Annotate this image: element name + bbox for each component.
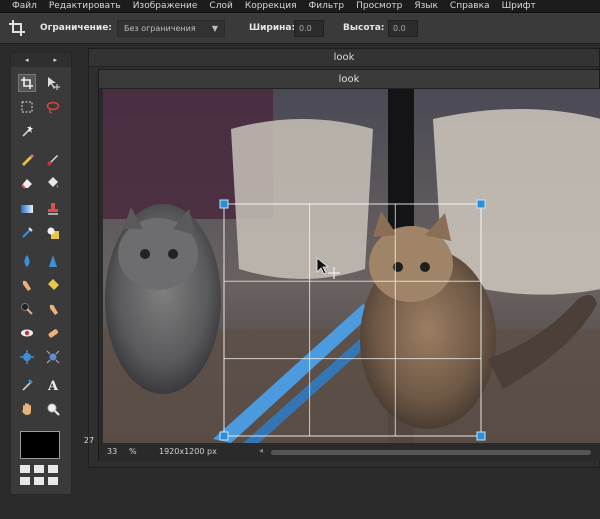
eraser-tool[interactable] (18, 174, 36, 192)
pinch-icon (46, 350, 60, 364)
bloat-tool[interactable] (18, 348, 36, 366)
chevron-down-icon: ▼ (211, 24, 218, 33)
crop-tool[interactable] (18, 74, 36, 92)
crop-handle-top-right[interactable] (476, 199, 486, 209)
foreground-color-swatch[interactable] (20, 431, 60, 459)
marquee-tool[interactable] (18, 98, 36, 116)
menu-adjustment[interactable]: Коррекция (245, 0, 297, 12)
menu-file[interactable]: Файл (12, 0, 37, 12)
svg-text:A: A (47, 379, 59, 392)
image-dimensions: 1920x1200 px (159, 447, 217, 456)
triangle-icon (49, 255, 57, 267)
paint-bucket-tool[interactable] (44, 174, 62, 192)
kitten-photo (103, 89, 600, 443)
bandage-icon (48, 329, 59, 338)
menu-view[interactable]: Просмотр (356, 0, 402, 12)
finger-icon (22, 280, 31, 291)
crop-handle-top-left[interactable] (219, 199, 229, 209)
sponge-icon (48, 279, 59, 290)
color-replace-tool[interactable] (18, 224, 36, 242)
constraint-dropdown[interactable]: Без ограничения ▼ (117, 20, 225, 37)
smudge-tool[interactable] (18, 276, 36, 294)
marquee-icon (21, 101, 33, 113)
paint-bucket-icon (48, 177, 59, 188)
image-canvas[interactable] (103, 89, 600, 443)
hand-icon (22, 403, 31, 415)
toolbox-header: ◂ ▸ (11, 53, 71, 67)
scroll-left-arrow[interactable]: ◂ (259, 446, 263, 455)
crop-handle-bottom-right[interactable] (476, 431, 486, 441)
sharpen-tool[interactable] (44, 252, 62, 270)
grid-icon[interactable] (20, 465, 60, 487)
gradient-tool[interactable] (18, 200, 36, 218)
zoom-tool[interactable] (44, 400, 62, 418)
color-replace-icon (22, 227, 33, 238)
horizontal-scrollbar[interactable] (271, 450, 591, 455)
color-picker-tool[interactable] (18, 376, 36, 394)
height-input[interactable]: 0.0 (388, 20, 418, 37)
toolbox: ◂ ▸ A (10, 52, 72, 495)
dodge-icon (49, 304, 58, 315)
menu-edit[interactable]: Редактировать (49, 0, 121, 12)
zoom-unit: % (129, 447, 137, 456)
document-title[interactable]: look (99, 70, 599, 89)
width-label: Ширина: (249, 23, 296, 33)
lasso-tool[interactable] (44, 98, 62, 116)
toolbox-collapse-right[interactable]: ▸ (53, 53, 57, 67)
back-zoom-number: 27 (83, 436, 95, 445)
brush-icon (47, 155, 58, 166)
lasso-icon (46, 101, 60, 114)
constraint-value: Без ограничения (124, 24, 196, 33)
toolbox-collapse-left[interactable]: ◂ (25, 53, 29, 67)
drawing-tool[interactable] (44, 224, 62, 242)
document-window: look 33 % 1920x1200 px ◂ (98, 69, 600, 461)
move-tool[interactable] (44, 74, 62, 92)
zoom-level[interactable]: 33 (107, 447, 117, 456)
status-bar: 33 % 1920x1200 px ◂ (99, 443, 600, 461)
menu-help[interactable]: Справка (450, 0, 490, 12)
menu-bar: Файл Редактировать Изображение Слой Корр… (0, 0, 600, 13)
sponge-tool[interactable] (44, 276, 62, 294)
pencil-icon (22, 154, 34, 166)
pinch-tool[interactable] (44, 348, 62, 366)
bloat-icon (20, 350, 34, 364)
type-tool[interactable]: A (44, 376, 62, 394)
dodge-tool[interactable] (44, 300, 62, 318)
text-icon: A (47, 379, 59, 392)
constraint-label: Ограничение: (40, 23, 112, 33)
magic-wand-icon (22, 125, 33, 137)
menu-language[interactable]: Язык (414, 0, 438, 12)
eyedropper-icon (22, 379, 33, 391)
crop-handle-bottom-left[interactable] (219, 431, 229, 441)
magnifier-icon (47, 403, 60, 416)
document-title-back[interactable]: look (89, 49, 599, 67)
menu-filter[interactable]: Фильтр (309, 0, 345, 12)
menu-font[interactable]: Шрифт (502, 0, 536, 12)
blur-tool[interactable] (18, 252, 36, 270)
water-drop-icon (24, 255, 30, 267)
shape-icon (47, 227, 59, 239)
stamp-icon (48, 203, 58, 215)
red-eye-tool[interactable] (18, 324, 36, 342)
hand-tool[interactable] (18, 400, 36, 418)
magic-wand-tool[interactable] (18, 122, 36, 140)
crop-tool-icon (21, 77, 33, 89)
pencil-tool[interactable] (18, 150, 36, 168)
burn-tool[interactable] (18, 300, 36, 318)
eye-icon (21, 329, 33, 337)
brush-tool[interactable] (44, 150, 62, 168)
menu-image[interactable]: Изображение (133, 0, 198, 12)
crop-icon (8, 19, 26, 37)
menu-layer[interactable]: Слой (209, 0, 232, 12)
eraser-icon (21, 179, 32, 189)
spot-heal-tool[interactable] (44, 324, 62, 342)
stamp-tool[interactable] (44, 200, 62, 218)
burn-icon (21, 303, 33, 315)
move-icon (48, 77, 60, 90)
gradient-icon (21, 205, 33, 213)
width-input[interactable]: 0.0 (294, 20, 324, 37)
options-bar: Ограничение: Без ограничения ▼ Ширина: 0… (0, 13, 600, 44)
height-label: Высота: (343, 23, 385, 33)
